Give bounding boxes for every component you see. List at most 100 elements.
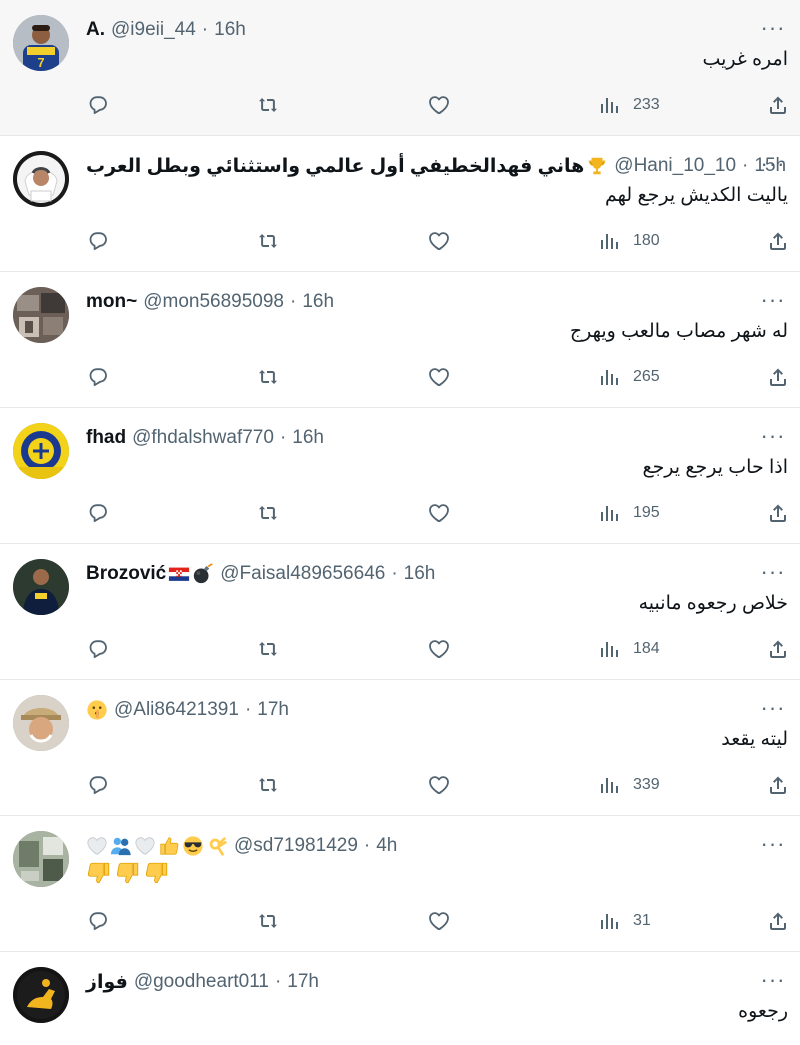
shushing-face-emoji xyxy=(86,699,108,721)
tweet-header: Brozović @Faisal489656646 · 16h xyxy=(86,561,435,587)
display-name[interactable]: mon~ xyxy=(86,291,137,313)
tweet-header: fhad @fhdalshwaf770 · 16h xyxy=(86,425,324,451)
like-button[interactable] xyxy=(427,634,451,664)
reply-icon xyxy=(86,93,110,117)
views-button[interactable]: 339 xyxy=(597,770,660,800)
retweet-button[interactable] xyxy=(256,770,280,800)
retweet-button[interactable] xyxy=(256,498,280,528)
like-button[interactable] xyxy=(427,770,451,800)
timestamp[interactable]: 17h xyxy=(257,699,289,721)
views-count: 184 xyxy=(633,640,660,657)
tweet-item[interactable]: فواز @goodheart011 · 17h ··· رجعوه xyxy=(0,952,800,1045)
handle[interactable]: @mon56895098 xyxy=(143,291,284,313)
avatar[interactable] xyxy=(13,287,69,343)
more-options-icon[interactable]: ··· xyxy=(758,831,788,856)
retweet-button[interactable] xyxy=(256,362,280,392)
like-button[interactable] xyxy=(427,498,451,528)
retweet-icon xyxy=(256,637,280,661)
more-options-icon[interactable]: ··· xyxy=(758,423,788,448)
share-button[interactable] xyxy=(766,226,790,256)
handle[interactable]: @Ali86421391 xyxy=(114,699,239,721)
retweet-button[interactable] xyxy=(256,906,280,936)
avatar[interactable] xyxy=(13,967,69,1023)
more-options-icon[interactable]: ··· xyxy=(758,287,788,312)
like-button[interactable] xyxy=(427,362,451,392)
handle[interactable]: @i9eii_44 xyxy=(111,19,196,41)
more-options-icon[interactable]: ··· xyxy=(758,695,788,720)
bar-chart-icon xyxy=(597,229,621,253)
retweet-icon xyxy=(256,909,280,933)
avatar[interactable] xyxy=(13,151,69,207)
avatar[interactable] xyxy=(13,559,69,615)
like-button[interactable] xyxy=(427,90,451,120)
avatar[interactable] xyxy=(13,695,69,751)
tweet-item[interactable]: هاني فهدالخطيفي أول عالمي واستثنائي وبطل… xyxy=(0,136,800,272)
share-button[interactable] xyxy=(766,498,790,528)
more-options-icon[interactable]: ··· xyxy=(758,559,788,584)
views-button[interactable]: 265 xyxy=(597,362,660,392)
separator: · xyxy=(290,291,297,312)
display-name[interactable]: Brozović xyxy=(86,563,166,585)
reply-button[interactable] xyxy=(86,906,110,936)
timestamp[interactable]: 16h xyxy=(292,427,324,449)
share-button[interactable] xyxy=(766,362,790,392)
views-button[interactable]: 180 xyxy=(597,226,660,256)
reply-button[interactable] xyxy=(86,498,110,528)
reply-button[interactable] xyxy=(86,634,110,664)
share-button[interactable] xyxy=(766,90,790,120)
views-button[interactable]: 184 xyxy=(597,634,660,664)
retweet-icon xyxy=(256,773,280,797)
white-heart-emoji xyxy=(86,835,108,857)
share-icon xyxy=(766,501,790,525)
retweet-button[interactable] xyxy=(256,226,280,256)
people-emoji xyxy=(110,835,132,857)
more-options-icon[interactable]: ··· xyxy=(758,151,788,176)
timestamp[interactable]: 4h xyxy=(376,835,397,857)
share-button[interactable] xyxy=(766,634,790,664)
timestamp[interactable]: 16h xyxy=(404,563,436,585)
avatar[interactable] xyxy=(13,423,69,479)
handle[interactable]: @goodheart011 xyxy=(134,971,269,993)
display-name[interactable]: A. xyxy=(86,19,105,41)
share-icon xyxy=(766,637,790,661)
like-button[interactable] xyxy=(427,226,451,256)
tweet-header: @Ali86421391 · 17h xyxy=(86,697,289,723)
reply-button[interactable] xyxy=(86,770,110,800)
tweet-item[interactable]: 7 A. @i9eii_44 · 16h ··· امره غريب 233 xyxy=(0,0,800,136)
views-button[interactable]: 233 xyxy=(597,90,660,120)
views-button[interactable]: 195 xyxy=(597,498,660,528)
reply-button[interactable] xyxy=(86,226,110,256)
avatar[interactable]: 7 xyxy=(13,15,69,71)
tweet-item[interactable]: Brozović @Faisal489656646 · 16h ··· خلاص… xyxy=(0,544,800,680)
more-options-icon[interactable]: ··· xyxy=(758,967,788,992)
reply-button[interactable] xyxy=(86,90,110,120)
handle[interactable]: @Hani_10_10 xyxy=(614,155,736,177)
timestamp[interactable]: 16h xyxy=(302,291,334,313)
sunglasses-emoji xyxy=(182,835,204,857)
tweet-item[interactable]: @sd71981429 · 4h ··· 31 xyxy=(0,816,800,952)
more-options-icon[interactable]: ··· xyxy=(758,15,788,40)
display-name[interactable]: هاني فهدالخطيفي أول عالمي واستثنائي وبطل… xyxy=(86,155,584,178)
handle[interactable]: @fhdalshwaf770 xyxy=(132,427,274,449)
handle[interactable]: @sd71981429 xyxy=(234,835,358,857)
reply-button[interactable] xyxy=(86,362,110,392)
bar-chart-icon xyxy=(597,909,621,933)
tweet-text: ليته يقعد xyxy=(721,729,788,750)
tweet-item[interactable]: @Ali86421391 · 17h ··· ليته يقعد 339 xyxy=(0,680,800,816)
tweet-item[interactable]: fhad @fhdalshwaf770 · 16h ··· اذا حاب ير… xyxy=(0,408,800,544)
handle[interactable]: @Faisal489656646 xyxy=(220,563,385,585)
timestamp[interactable]: 17h xyxy=(287,971,319,993)
tweet-item[interactable]: mon~ @mon56895098 · 16h ··· له شهر مصاب … xyxy=(0,272,800,408)
avatar[interactable] xyxy=(13,831,69,887)
display-name[interactable]: fhad xyxy=(86,427,126,449)
retweet-button[interactable] xyxy=(256,90,280,120)
share-button[interactable] xyxy=(766,906,790,936)
timestamp[interactable]: 16h xyxy=(214,19,246,41)
views-button[interactable]: 31 xyxy=(597,906,651,936)
like-button[interactable] xyxy=(427,906,451,936)
retweet-button[interactable] xyxy=(256,634,280,664)
heart-icon xyxy=(427,637,451,661)
share-button[interactable] xyxy=(766,770,790,800)
display-name[interactable]: فواز xyxy=(86,971,128,994)
tweet-header: A. @i9eii_44 · 16h xyxy=(86,17,246,43)
